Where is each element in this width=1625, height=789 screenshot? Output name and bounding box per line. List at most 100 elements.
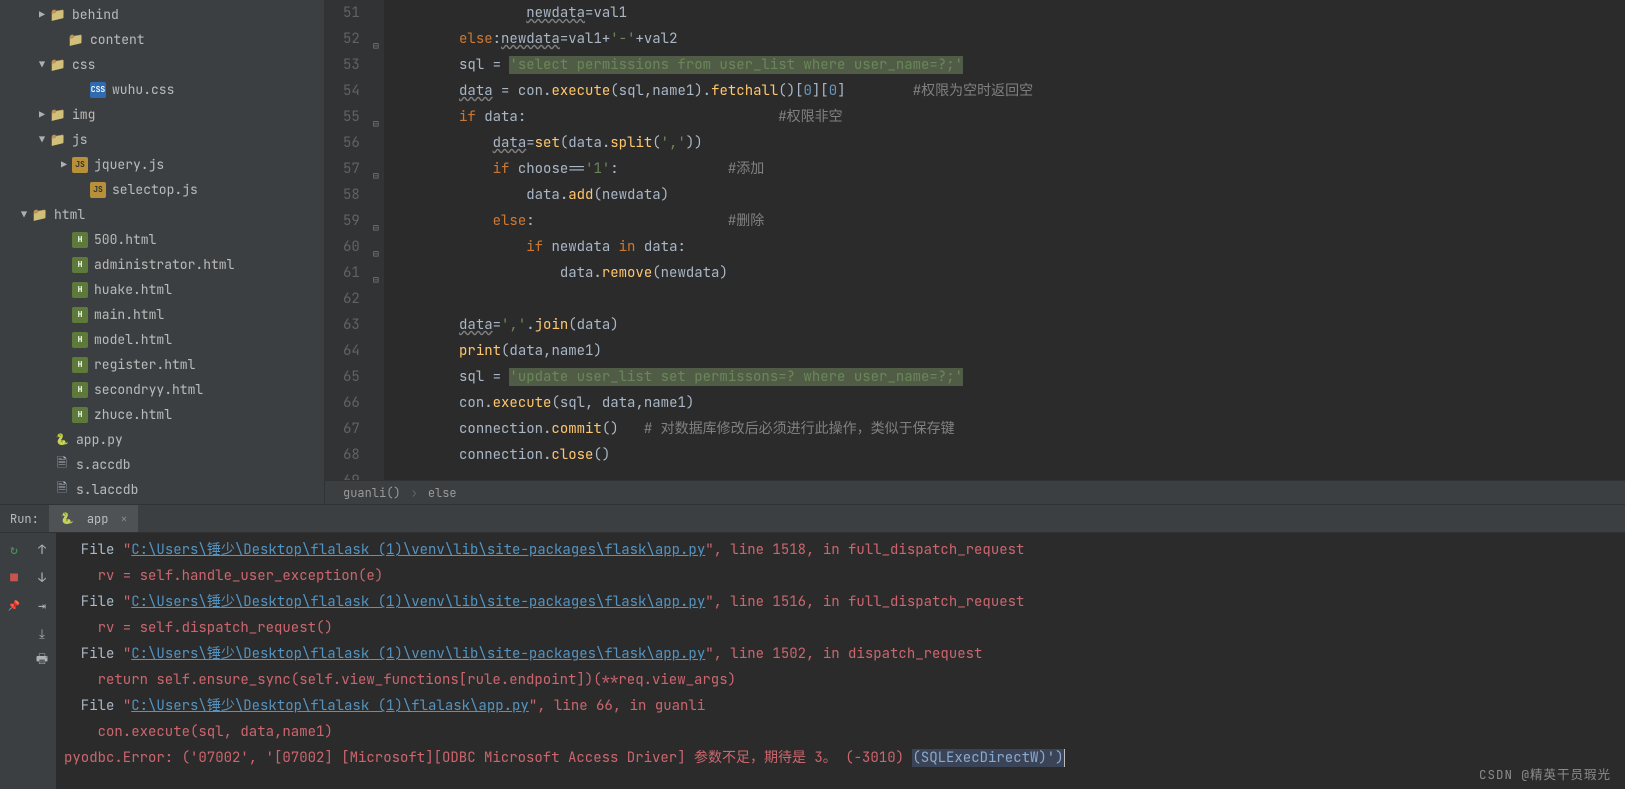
expand-arrow-icon[interactable]: ▶ [36,108,48,121]
tree-item[interactable]: ▶behind [0,2,324,27]
tree-item[interactable]: Hmain.html [0,302,324,327]
line-number[interactable]: 63 [343,312,360,338]
line-number[interactable]: 56 [343,130,360,156]
tree-item[interactable]: H500.html [0,227,324,252]
code-line[interactable]: connection.commit() # 对数据库修改后必须进行此操作，类似于… [392,416,1625,442]
code-line[interactable]: if choose=='1': #添加 [392,156,1625,182]
code-line[interactable] [392,286,1625,312]
fold-icon[interactable]: ⊟ [373,267,379,293]
console-line[interactable]: con.execute(sql, data,name1) [64,719,1617,745]
fold-icon[interactable]: ⊟ [373,215,379,241]
tree-item[interactable]: app.py [0,427,324,452]
up-button[interactable]: ↑ [34,541,50,557]
code-line[interactable]: data=set(data.split(',')) [392,130,1625,156]
scroll-end-button[interactable]: ⤓ [34,625,50,641]
project-tree[interactable]: ▶behindcontent ▼ css CSSwuhu.css▶img▼js▶JSj… [0,0,325,504]
close-icon[interactable]: × [120,511,127,527]
line-number[interactable]: 67 [343,416,360,442]
rerun-button[interactable]: ↻ [6,541,22,557]
console-line[interactable]: File "C:\Users\锤少\Desktop\flalask (1)\ve… [64,537,1617,563]
line-number[interactable]: 64 [343,338,360,364]
code-line[interactable]: data = con.execute(sql,name1).fetchall()… [392,78,1625,104]
console-line[interactable]: rv = self.dispatch_request() [64,615,1617,641]
line-number[interactable]: 60 [343,234,360,260]
fold-icon[interactable]: ⊟ [373,163,379,189]
code-line[interactable]: con.execute(sql, data,name1) [392,390,1625,416]
line-number[interactable]: 51 [343,0,360,26]
tree-item[interactable]: ▼ css [0,52,324,77]
wrap-button[interactable]: ⇥ [34,597,50,613]
code-line[interactable]: else: #删除 [392,208,1625,234]
tree-item[interactable]: Hzhuce.html [0,402,324,427]
console-line[interactable]: rv = self.handle_user_exception(e) [64,563,1617,589]
fold-column[interactable]: ⊟⊟⊟⊟⊟⊟ [372,0,384,480]
code-line[interactable]: else:newdata=val1+'-'+val2 [392,26,1625,52]
code-line[interactable]: newdata=val1 [392,0,1625,26]
code-line[interactable]: data.remove(newdata) [392,260,1625,286]
tree-item[interactable]: ▶JSjquery.js [0,152,324,177]
code-line[interactable]: if data: #权限非空 [392,104,1625,130]
line-number[interactable]: 69 [343,468,360,480]
tree-item[interactable]: ▶img [0,102,324,127]
py-icon [54,432,70,448]
code-line[interactable]: if newdata in data: [392,234,1625,260]
line-number[interactable]: 57 [343,156,360,182]
line-number[interactable]: 66 [343,390,360,416]
fold-icon[interactable]: ⊟ [373,111,379,137]
line-number[interactable]: 58 [343,182,360,208]
tree-item[interactable]: s.accdb [0,452,324,477]
tree-item-label: app.py [76,431,123,448]
line-number[interactable]: 52 [343,26,360,52]
tree-item[interactable]: CSSwuhu.css [0,77,324,102]
line-number[interactable]: 61 [343,260,360,286]
expand-arrow-icon[interactable]: ▼ [36,58,48,71]
line-number[interactable]: 59 [343,208,360,234]
tree-item[interactable]: Hmodel.html [0,327,324,352]
tree-item[interactable]: Hregister.html [0,352,324,377]
fold-icon[interactable]: ⊟ [373,33,379,59]
breadcrumb[interactable]: guanli() › else [325,480,1625,504]
stop-button[interactable]: ■ [6,569,22,585]
line-number[interactable]: 54 [343,78,360,104]
tree-item-label: css [72,56,95,73]
code-content[interactable]: newdata=val1 else:newdata=val1+'-'+val2 … [384,0,1625,480]
code-editor[interactable]: 51525354555657585960616263646566676869 ⊟… [325,0,1625,504]
code-line[interactable]: connection.close() [392,442,1625,468]
tree-item[interactable]: JSselectop.js [0,177,324,202]
breadcrumb-item[interactable]: else [428,485,457,501]
breadcrumb-item[interactable]: guanli() [343,485,401,501]
code-line[interactable]: data=','.join(data) [392,312,1625,338]
code-line[interactable] [392,468,1625,480]
expand-arrow-icon[interactable]: ▶ [58,158,70,171]
code-line[interactable]: data.add(newdata) [392,182,1625,208]
tree-item[interactable]: ▼html [0,202,324,227]
code-line[interactable]: sql = 'select permissions from user_list… [392,52,1625,78]
line-number[interactable]: 65 [343,364,360,390]
fold-icon[interactable]: ⊟ [373,241,379,267]
pin-button[interactable]: 📌 [6,597,22,613]
tree-item[interactable]: Hhuake.html [0,277,324,302]
expand-arrow-icon[interactable]: ▼ [36,133,48,146]
tree-item[interactable]: Hsecondryy.html [0,377,324,402]
console-output[interactable]: File "C:\Users\锤少\Desktop\flalask (1)\ve… [56,533,1625,789]
expand-arrow-icon[interactable]: ▼ [18,208,30,221]
expand-arrow-icon[interactable]: ▶ [36,8,48,21]
tree-item[interactable]: Hadministrator.html [0,252,324,277]
console-line[interactable]: File "C:\Users\锤少\Desktop\flalask (1)\ve… [64,589,1617,615]
tree-item[interactable]: content [0,27,324,52]
code-line[interactable]: sql = 'update user_list set permissons=?… [392,364,1625,390]
line-number[interactable]: 53 [343,52,360,78]
console-line[interactable]: File "C:\Users\锤少\Desktop\flalask (1)\fl… [64,693,1617,719]
line-number[interactable]: 68 [343,442,360,468]
console-line[interactable]: pyodbc.Error: ('07002', '[07002] [Micros… [64,745,1617,771]
console-line[interactable]: File "C:\Users\锤少\Desktop\flalask (1)\ve… [64,641,1617,667]
print-button[interactable]: 🖶 [34,653,50,669]
line-number[interactable]: 62 [343,286,360,312]
console-line[interactable]: return self.ensure_sync(self.view_functi… [64,667,1617,693]
line-number[interactable]: 55 [343,104,360,130]
code-line[interactable]: print(data,name1) [392,338,1625,364]
run-tab[interactable]: app × [49,505,138,532]
tree-item[interactable]: s.laccdb [0,477,324,502]
tree-item[interactable]: ▼js [0,127,324,152]
down-button[interactable]: ↓ [34,569,50,585]
